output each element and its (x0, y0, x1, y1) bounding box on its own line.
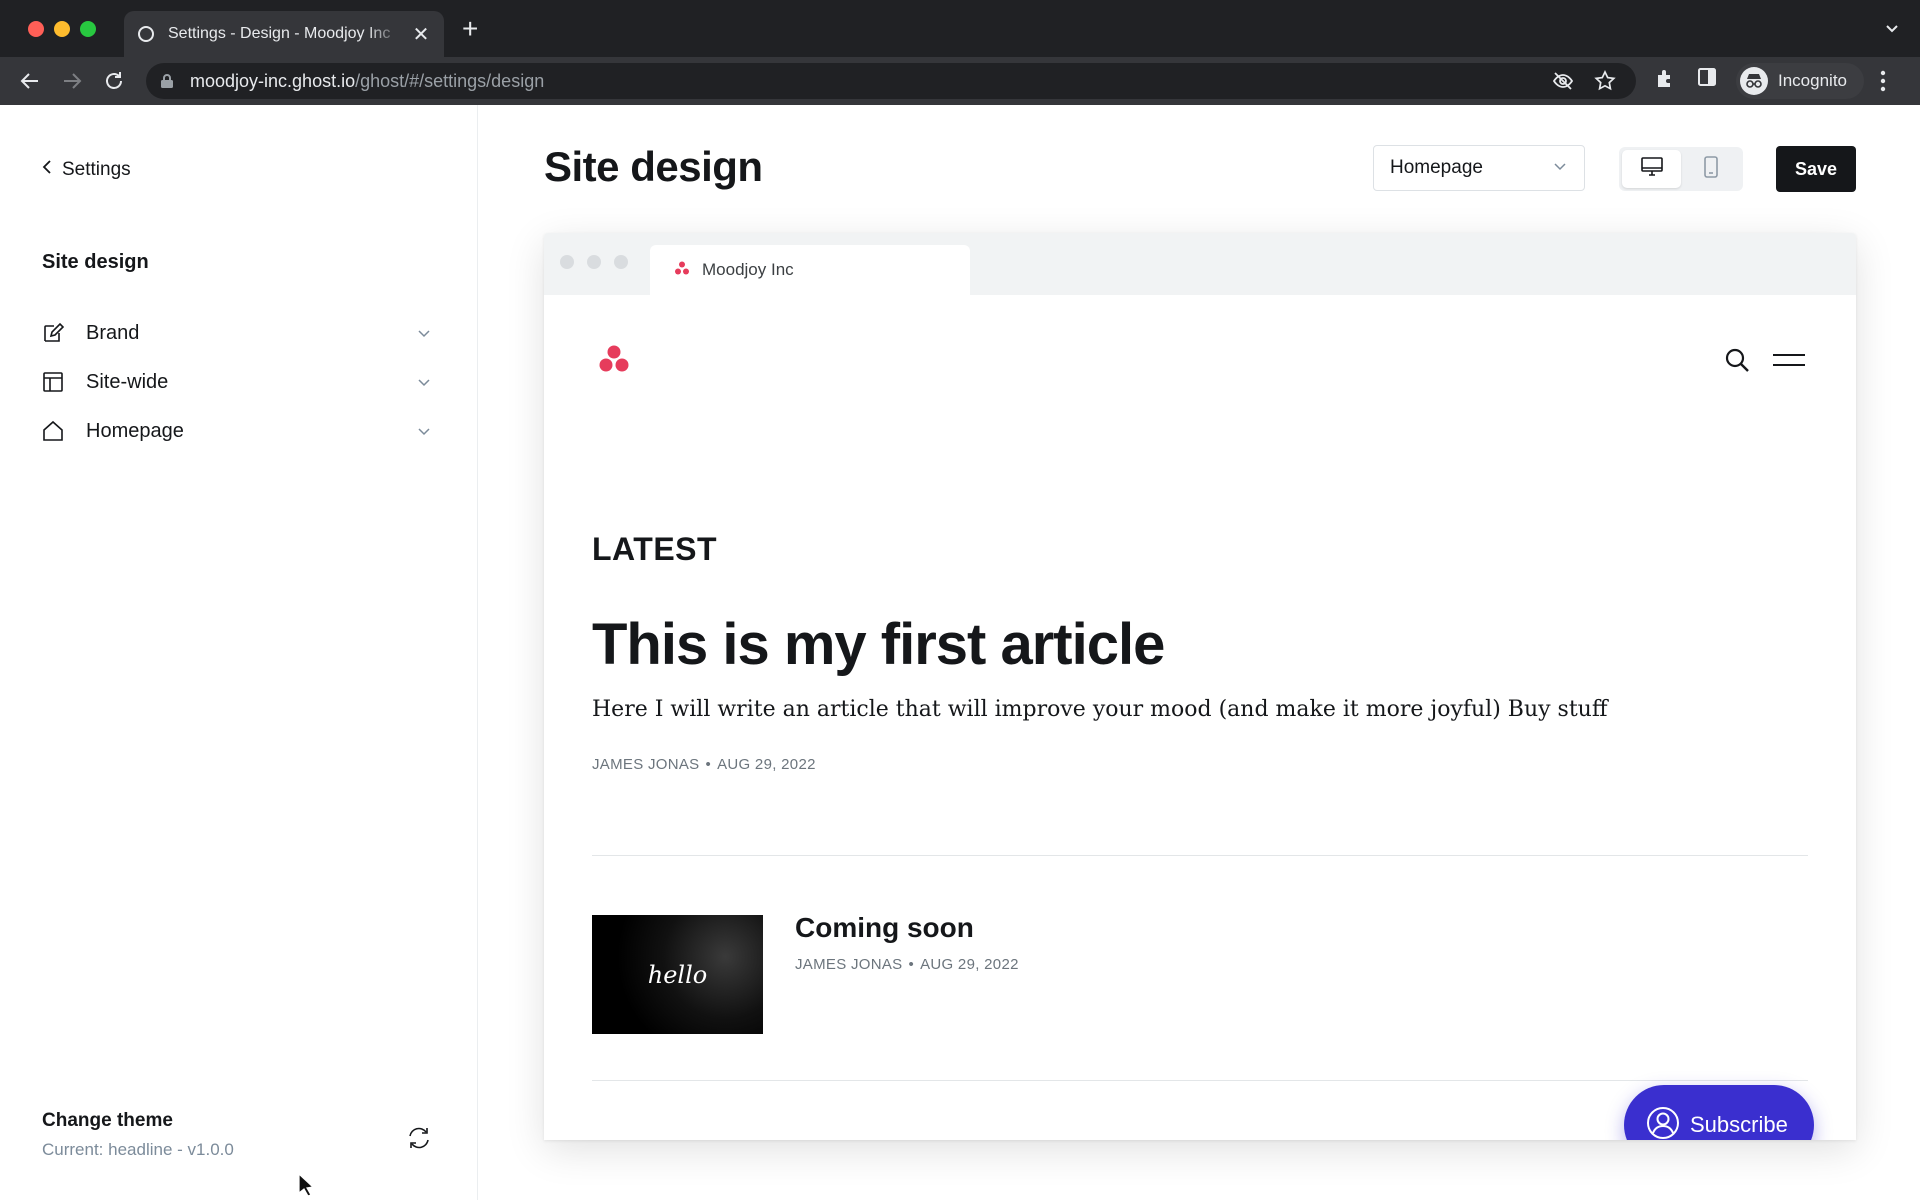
sidebar-item-brand[interactable]: Brand (42, 313, 432, 353)
window-close-button[interactable] (28, 21, 44, 37)
featured-article-title[interactable]: This is my first article (592, 611, 1165, 678)
featured-article-excerpt: Here I will write an article that will i… (592, 697, 1608, 722)
incognito-profile-button[interactable]: Incognito (1736, 63, 1864, 99)
chevron-down-icon (416, 325, 432, 341)
desktop-icon (1640, 156, 1663, 182)
design-main: Site design Homepage Save Moodjoy Inc LA… (479, 105, 1920, 1200)
post-title[interactable]: Coming soon (795, 912, 974, 944)
post-thumbnail[interactable]: hello (592, 915, 763, 1034)
mouse-pointer-icon (298, 1172, 316, 1202)
eye-off-icon[interactable] (1552, 70, 1574, 97)
change-theme-section[interactable]: Change theme Current: headline - v1.0.0 (42, 1110, 234, 1160)
page-title: Site design (544, 143, 763, 190)
current-theme-label: Current: headline - v1.0.0 (42, 1140, 234, 1159)
change-theme-title: Change theme (42, 1110, 173, 1131)
section-heading: LATEST (592, 531, 718, 567)
reload-icon[interactable] (100, 67, 128, 95)
site-favicon-icon (674, 260, 690, 281)
desktop-preview-button[interactable] (1622, 150, 1681, 188)
browser-menu-icon[interactable] (1880, 69, 1886, 98)
back-arrow-icon[interactable] (16, 67, 44, 95)
brush-icon (42, 322, 64, 344)
sidebar-item-label: Site-wide (86, 370, 169, 393)
device-toggle (1619, 147, 1743, 191)
post-meta: JAMES JONAS • AUG 29, 2022 (795, 956, 1019, 973)
preview-tab: Moodjoy Inc (650, 245, 970, 295)
save-button[interactable]: Save (1776, 146, 1856, 192)
browser-tab-active[interactable]: Settings - Design - Moodjoy Inc ✕ (124, 11, 444, 57)
address-bar[interactable]: moodjoy-inc.ghost.io/ghost/#/settings/de… (146, 63, 1636, 99)
chevron-down-icon (416, 374, 432, 390)
browser-toolbar: moodjoy-inc.ghost.io/ghost/#/settings/de… (0, 57, 1920, 105)
url-text: moodjoy-inc.ghost.io/ghost/#/settings/de… (190, 71, 544, 92)
divider (592, 855, 1808, 856)
divider (592, 1080, 1808, 1081)
preview-dot (587, 255, 601, 269)
tab-search-chevron-icon[interactable] (1884, 20, 1900, 41)
sidebar-item-label: Homepage (86, 419, 184, 442)
back-to-settings-link[interactable]: Settings (42, 159, 131, 181)
mobile-icon (1703, 155, 1718, 183)
publish-date: AUG 29, 2022 (717, 756, 816, 773)
site-preview-frame: Moodjoy Inc LATEST This is my first arti… (544, 233, 1856, 1140)
extensions-puzzle-icon[interactable] (1654, 67, 1676, 94)
user-circle-icon (1646, 1106, 1680, 1141)
tab-title: Settings - Design - Moodjoy Inc (168, 25, 391, 42)
window-minimize-button[interactable] (54, 21, 70, 37)
subscribe-label: Subscribe (1690, 1112, 1788, 1137)
chevron-down-icon (416, 423, 432, 439)
author-name: JAMES JONAS (795, 956, 903, 973)
chevron-down-icon (1552, 158, 1568, 179)
home-icon (42, 420, 64, 442)
thumbnail-text: hello (647, 960, 708, 989)
forward-arrow-icon[interactable] (58, 67, 86, 95)
author-name: JAMES JONAS (592, 756, 700, 773)
lock-icon (160, 73, 174, 94)
url-path: /ghost/#/settings/design (355, 71, 545, 91)
refresh-icon[interactable] (406, 1125, 432, 1156)
incognito-icon (1740, 67, 1768, 95)
search-icon[interactable] (1724, 347, 1750, 378)
chevron-left-icon (42, 159, 52, 181)
featured-article-meta: JAMES JONAS • AUG 29, 2022 (592, 756, 816, 773)
browser-tab-strip: Settings - Design - Moodjoy Inc ✕ + (0, 0, 1920, 57)
hamburger-menu-icon[interactable] (1772, 352, 1806, 373)
preview-browser-bar: Moodjoy Inc (544, 233, 1856, 295)
tab-favicon-icon (138, 26, 154, 42)
publish-date: AUG 29, 2022 (920, 956, 1019, 973)
preview-page-select[interactable]: Homepage (1373, 145, 1585, 191)
window-zoom-button[interactable] (80, 21, 96, 37)
preview-dot (560, 255, 574, 269)
sidebar-item-label: Brand (86, 321, 140, 344)
ghost-admin-app: Settings Site design Brand Site-wide Hom… (0, 105, 1920, 1200)
new-tab-icon[interactable]: + (462, 15, 478, 43)
design-sidebar: Settings Site design Brand Site-wide Hom… (0, 105, 478, 1200)
preview-page: LATEST This is my first article Here I w… (544, 295, 1856, 1140)
mobile-preview-button[interactable] (1681, 150, 1740, 188)
sidebar-item-site-wide[interactable]: Site-wide (42, 362, 432, 402)
site-logo-icon[interactable] (599, 345, 629, 378)
incognito-label: Incognito (1778, 71, 1847, 90)
subscribe-button[interactable]: Subscribe (1624, 1085, 1814, 1140)
sidebar-item-homepage[interactable]: Homepage (42, 411, 432, 451)
side-panel-icon[interactable] (1697, 67, 1717, 92)
bookmark-star-icon[interactable] (1594, 70, 1616, 97)
tab-close-icon[interactable]: ✕ (412, 22, 430, 47)
url-host: moodjoy-inc.ghost.io (190, 71, 356, 91)
preview-tab-label: Moodjoy Inc (702, 260, 794, 279)
sidebar-heading: Site design (42, 251, 149, 273)
select-value: Homepage (1390, 157, 1483, 178)
layout-icon (42, 371, 64, 393)
preview-dot (614, 255, 628, 269)
back-link-label: Settings (62, 159, 131, 180)
